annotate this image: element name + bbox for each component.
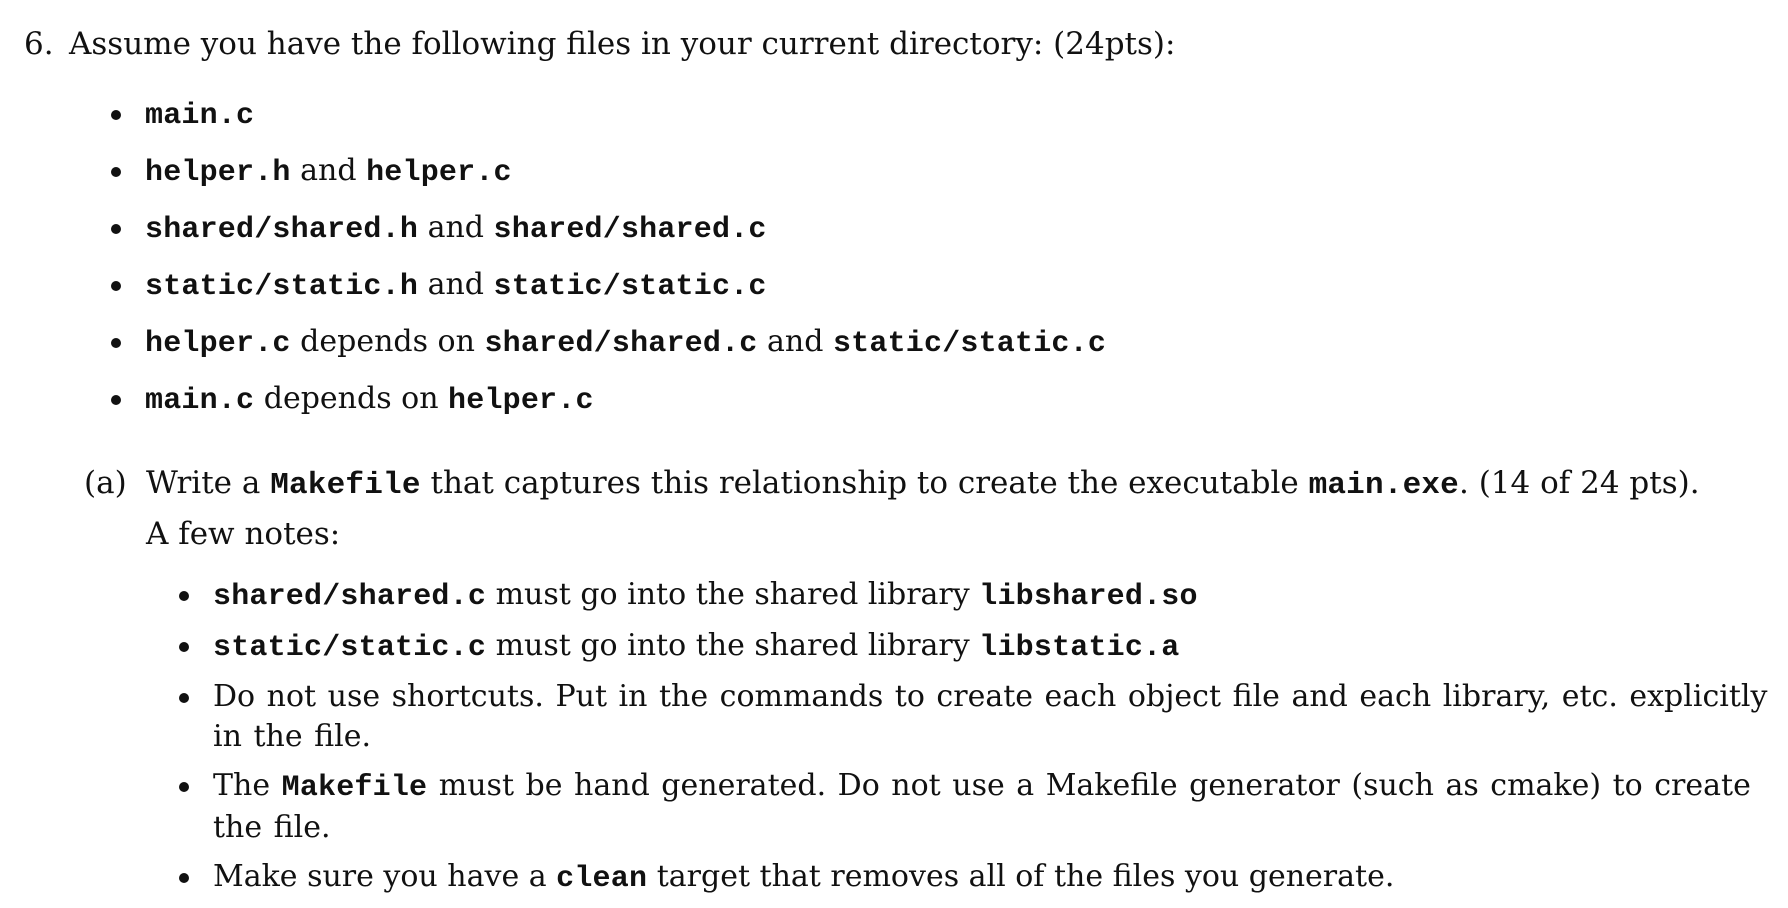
dependency-main-c: main.c: [145, 384, 255, 418]
file-helper-c: helper.c: [366, 156, 512, 190]
file-connector-text: and: [418, 210, 494, 245]
note-item: Do not use shortcuts. Put in the command…: [179, 677, 1779, 757]
note-text: target that removes all of the files you…: [647, 859, 1395, 894]
note-text: must be hand generated. Do not use a Mak…: [213, 768, 1751, 845]
part-a-label: (a): [84, 465, 127, 501]
part-a-text: Write a: [146, 465, 271, 501]
file-shared-c: shared/shared.c: [493, 213, 767, 247]
part-a-prompt: (a) Write a Makefile that captures this r…: [84, 464, 1700, 505]
shared-source-code: shared/shared.c: [213, 580, 487, 614]
makefile-code: Makefile: [281, 771, 428, 805]
question-heading: 6. Assume you have the following files in…: [24, 25, 1175, 63]
question-text: Assume you have the following files in y…: [69, 26, 1176, 62]
note-item: static/static.c must go into the shared …: [179, 626, 1779, 668]
file-helper-h: helper.h: [145, 156, 291, 190]
file-item: static/static.h and static/static.c: [111, 269, 1106, 326]
note-text: must go into the shared library: [486, 628, 980, 663]
file-shared-h: shared/shared.h: [145, 213, 419, 247]
file-item: shared/shared.h and shared/shared.c: [111, 212, 1106, 269]
dependency-item: main.c depends on helper.c: [111, 383, 1106, 440]
file-static-h: static/static.h: [145, 270, 419, 304]
dependency-item: helper.c depends on shared/shared.c and …: [111, 326, 1106, 383]
note-text: The: [213, 768, 282, 803]
note-item: The Makefile must be hand generated. Do …: [179, 766, 1779, 848]
file-connector-text: and: [290, 153, 367, 188]
part-a-points: . (14 of 24 pts).: [1459, 465, 1700, 501]
shared-library-code: libshared.so: [979, 580, 1198, 614]
dependency-text: depends on: [290, 324, 485, 359]
static-source-code: static/static.c: [213, 631, 487, 665]
note-text: Make sure you have a: [213, 859, 557, 894]
notes-heading: A few notes:: [146, 516, 341, 552]
note-item: Make sure you have a clean target that r…: [179, 857, 1779, 899]
notes-list: shared/shared.c must go into the shared …: [179, 575, 1779, 908]
file-static-c: static/static.c: [493, 270, 767, 304]
file-item: helper.h and helper.c: [111, 155, 1106, 212]
note-item: shared/shared.c must go into the shared …: [179, 575, 1779, 617]
executable-code: main.exe: [1308, 468, 1459, 503]
dependency-helper-c: helper.c: [145, 327, 291, 361]
dependency-text: depends on: [254, 381, 449, 416]
makefile-code: Makefile: [270, 468, 421, 503]
dependency-static-c: static/static.c: [832, 327, 1107, 361]
question-number: 6.: [24, 26, 54, 62]
exam-question-page: 6. Assume you have the following files in…: [0, 0, 1788, 900]
note-text: Do not use shortcuts. Put in the command…: [213, 679, 1768, 754]
file-item: main.c: [111, 98, 1106, 155]
part-a-text: that captures this relationship to creat…: [420, 465, 1309, 501]
files-list: main.c helper.h and helper.c shared/shar…: [111, 98, 1106, 440]
dependency-shared-c: shared/shared.c: [484, 327, 758, 361]
note-text: must go into the shared library: [486, 577, 980, 612]
file-main-c: main.c: [145, 99, 255, 133]
static-library-code: libstatic.a: [979, 631, 1180, 665]
clean-target-code: clean: [556, 862, 648, 896]
dependency-helper-c: helper.c: [448, 384, 594, 418]
file-connector-text: and: [418, 267, 494, 302]
dependency-connector-text: and: [757, 324, 833, 359]
